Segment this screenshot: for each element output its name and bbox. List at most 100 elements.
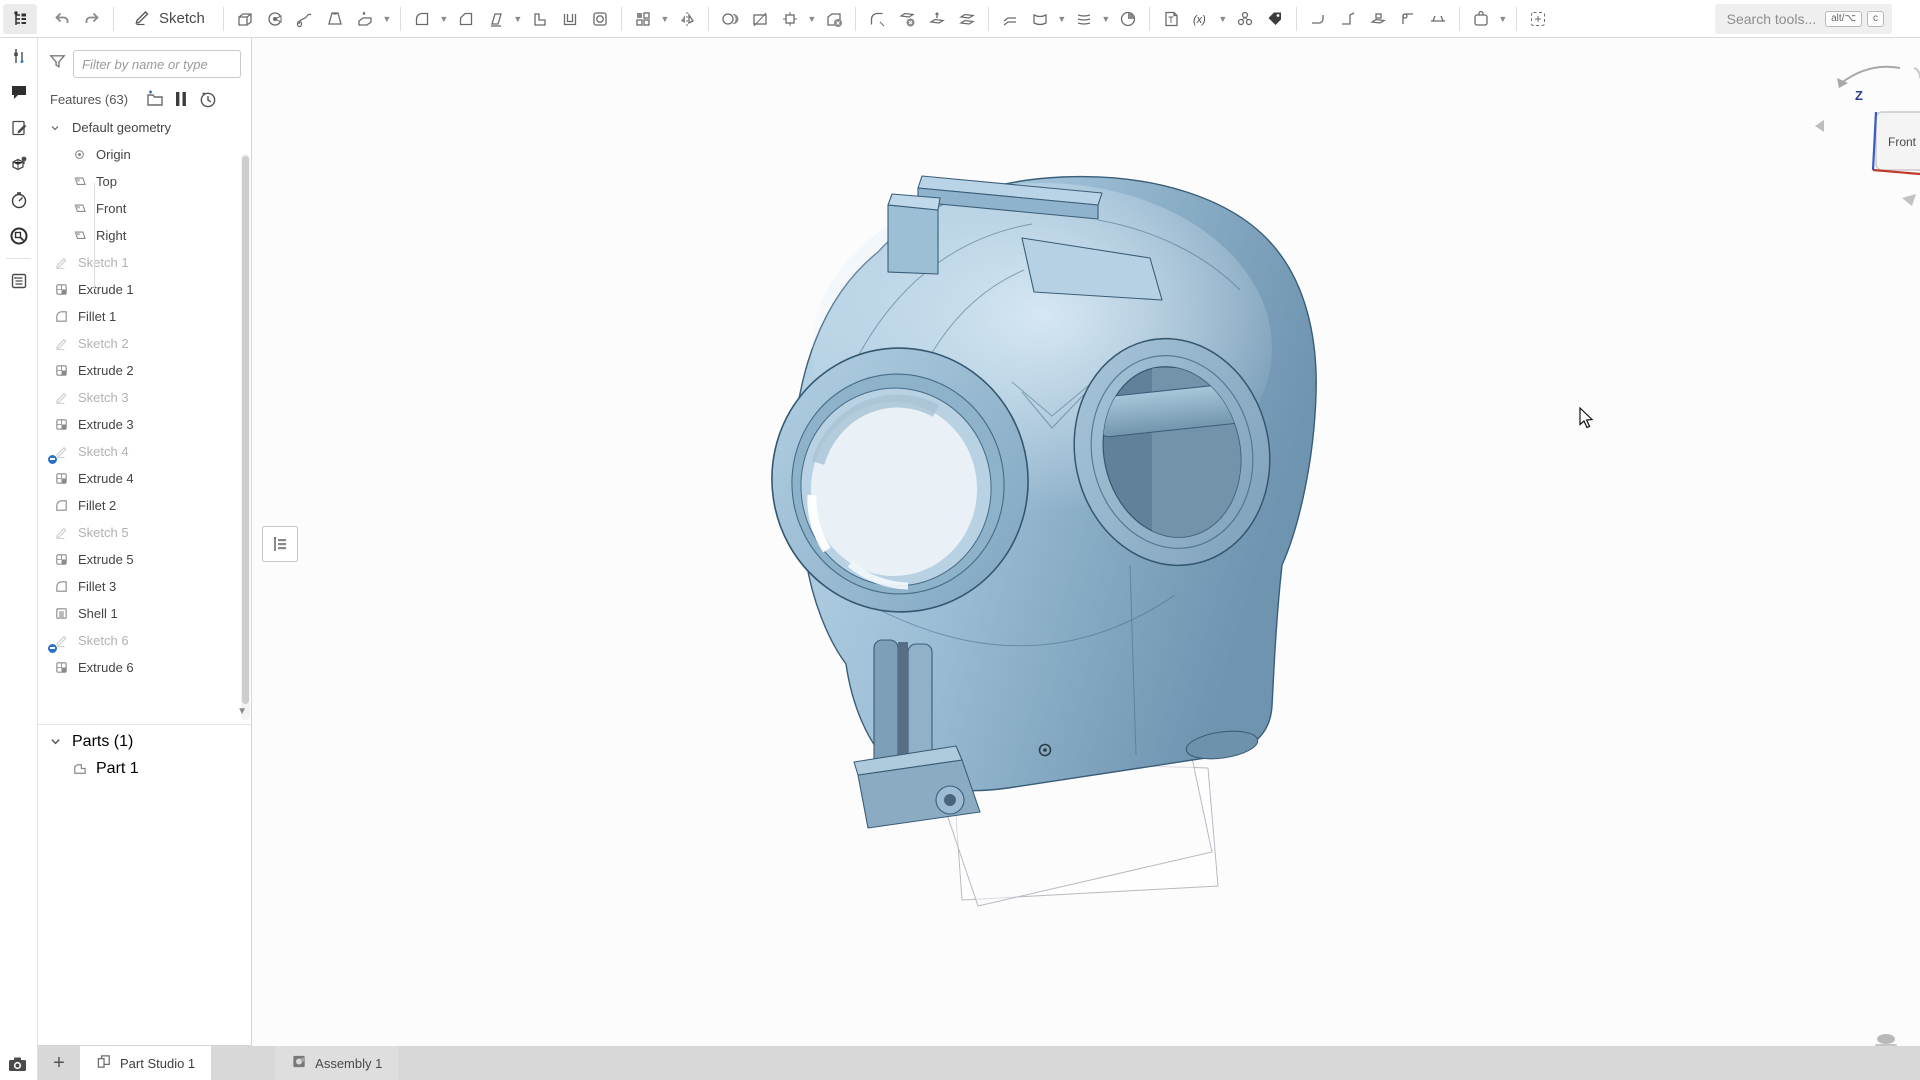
hole-tool-icon[interactable] <box>585 4 615 34</box>
feature-label: Extrude 5 <box>78 552 134 567</box>
search-badge-icon[interactable] <box>0 218 38 254</box>
mate-connector-tool-icon[interactable] <box>1230 4 1260 34</box>
feature-item[interactable]: Top <box>38 168 251 195</box>
ruled-surface-tool-dropdown-icon[interactable]: ▼ <box>1099 4 1113 34</box>
sketch-button[interactable]: Sketch <box>120 4 217 34</box>
helix-tool-icon[interactable] <box>1113 4 1143 34</box>
move-face-tool-icon[interactable] <box>922 4 952 34</box>
draft-tool-dropdown-icon[interactable]: ▼ <box>511 4 525 34</box>
feature-item[interactable]: Sketch 4 <box>38 438 251 465</box>
pause-icon[interactable] <box>168 88 194 110</box>
linear-pattern-tool-dropdown-icon[interactable]: ▼ <box>658 4 672 34</box>
draft-tool-icon[interactable] <box>481 4 511 34</box>
ruled-surface-tool-icon[interactable] <box>1069 4 1099 34</box>
isolate-tool-icon[interactable] <box>1523 4 1553 34</box>
tab-part-studio[interactable]: Part Studio 1 <box>80 1046 211 1080</box>
part-body[interactable] <box>755 176 1316 828</box>
delete-part-tool-icon[interactable] <box>819 4 849 34</box>
tag-tool-icon[interactable] <box>1260 4 1290 34</box>
comments-icon[interactable] <box>0 74 38 110</box>
parts-section-header[interactable]: Parts (1) <box>38 728 251 755</box>
fill-surface-tool-dropdown-icon[interactable]: ▼ <box>1055 4 1069 34</box>
configurations-icon[interactable] <box>0 38 38 74</box>
panel-handle-button[interactable] <box>262 526 298 562</box>
feature-item[interactable]: Fillet 2 <box>38 492 251 519</box>
part-item[interactable]: Part 1 <box>38 755 251 782</box>
filter-icon[interactable] <box>48 52 67 76</box>
custom-feature-tool-dropdown-icon[interactable]: ▼ <box>1496 4 1510 34</box>
boolean-tool-icon[interactable] <box>715 4 745 34</box>
redo-button[interactable] <box>77 4 107 34</box>
list-panel-icon[interactable] <box>0 263 38 299</box>
tab-part-studio-label: Part Studio 1 <box>120 1056 195 1071</box>
revolve-tool-icon[interactable] <box>260 4 290 34</box>
rib-tool-icon[interactable] <box>525 4 555 34</box>
document-edit-icon[interactable] <box>0 110 38 146</box>
feature-item[interactable]: Extrude 3 <box>38 411 251 438</box>
feature-item[interactable]: Sketch 5 <box>38 519 251 546</box>
extrude-tool-icon[interactable] <box>230 4 260 34</box>
replace-face-tool-icon[interactable] <box>952 4 982 34</box>
fillet-tool-dropdown-icon[interactable]: ▼ <box>437 4 451 34</box>
sheet-metal-model-tool-icon[interactable] <box>1303 4 1333 34</box>
sheet-metal-flange-tool-icon[interactable] <box>1333 4 1363 34</box>
view-cube-front-label[interactable]: Front <box>1888 135 1917 149</box>
text-tool-icon[interactable] <box>1156 4 1186 34</box>
feature-item[interactable]: Shell 1 <box>38 600 251 627</box>
custom-feature-tool-icon[interactable] <box>1466 4 1496 34</box>
thicken-tool-dropdown-icon[interactable]: ▼ <box>380 4 394 34</box>
feature-item[interactable]: Extrude 4 <box>38 465 251 492</box>
feature-item[interactable]: Extrude 5 <box>38 546 251 573</box>
chamfer-tool-icon[interactable] <box>451 4 481 34</box>
feature-item[interactable]: Origin <box>38 141 251 168</box>
fillet-tool-icon[interactable] <box>407 4 437 34</box>
thicken-tool-icon[interactable] <box>350 4 380 34</box>
feature-item[interactable]: Fillet 1 <box>38 303 251 330</box>
offset-surface-tool-icon[interactable] <box>995 4 1025 34</box>
feature-list-toggle-button[interactable] <box>3 4 37 34</box>
variable-tool-dropdown-icon[interactable]: ▼ <box>1216 4 1230 34</box>
rollback-icon[interactable] <box>194 88 220 110</box>
transform-tool-icon[interactable] <box>775 4 805 34</box>
variable-tool-icon[interactable]: (x) <box>1186 4 1216 34</box>
feature-item[interactable]: Sketch 3 <box>38 384 251 411</box>
tree-scroll-down-icon[interactable]: ▼ <box>237 706 247 717</box>
new-folder-icon[interactable] <box>142 88 168 110</box>
model-scene: Front Z <box>252 38 1920 1046</box>
sheet-metal-corner-tool-icon[interactable] <box>1393 4 1423 34</box>
feature-item[interactable]: Front <box>38 195 251 222</box>
view-orientation-icon[interactable] <box>1875 1034 1897 1046</box>
loft-tool-icon[interactable] <box>320 4 350 34</box>
add-tab-button[interactable]: + <box>38 1046 80 1080</box>
filter-input[interactable] <box>73 50 241 78</box>
feature-item[interactable]: Extrude 1 <box>38 276 251 303</box>
feature-item[interactable]: Fillet 3 <box>38 573 251 600</box>
undo-button[interactable] <box>47 4 77 34</box>
feature-item[interactable]: Extrude 2 <box>38 357 251 384</box>
performance-icon[interactable] <box>0 182 38 218</box>
view-cube[interactable]: Front Z <box>1815 67 1920 206</box>
sheet-metal-tab-tool-icon[interactable] <box>1363 4 1393 34</box>
delete-face-tool-icon[interactable] <box>892 4 922 34</box>
transform-tool-dropdown-icon[interactable]: ▼ <box>805 4 819 34</box>
graphics-viewport[interactable]: Front Z <box>252 38 1920 1046</box>
modify-fillet-tool-icon[interactable] <box>862 4 892 34</box>
mirror-tool-icon[interactable] <box>672 4 702 34</box>
search-tools-input[interactable]: Search tools... alt/⌥ c <box>1715 4 1892 34</box>
sweep-tool-icon[interactable] <box>290 4 320 34</box>
sheet-metal-flat-tool-icon[interactable] <box>1423 4 1453 34</box>
feature-item[interactable]: Sketch 1 <box>38 249 251 276</box>
linear-pattern-tool-icon[interactable] <box>628 4 658 34</box>
tab-assembly[interactable]: Assembly 1 <box>275 1046 398 1080</box>
shell-tool-icon[interactable] <box>555 4 585 34</box>
tree-scrollbar[interactable] <box>241 154 250 720</box>
box-pin-icon[interactable] <box>0 146 38 182</box>
feature-item[interactable]: Right <box>38 222 251 249</box>
split-tool-icon[interactable] <box>745 4 775 34</box>
fill-surface-tool-icon[interactable] <box>1025 4 1055 34</box>
tree-section-header[interactable]: Default geometry <box>38 114 251 141</box>
feature-item[interactable]: Sketch 2 <box>38 330 251 357</box>
camera-icon[interactable] <box>0 1052 38 1078</box>
feature-item[interactable]: Extrude 6 <box>38 654 251 681</box>
feature-item[interactable]: Sketch 6 <box>38 627 251 654</box>
